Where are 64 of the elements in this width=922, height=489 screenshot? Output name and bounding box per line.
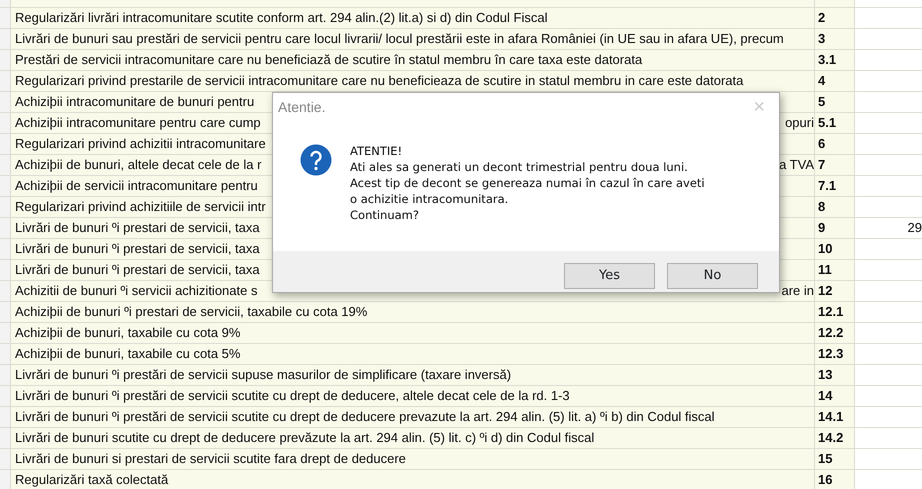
row-header — [0, 449, 11, 470]
cell-text: a TVA — [779, 156, 814, 174]
row-number: 12.3 — [815, 344, 855, 365]
row-number: 8 — [815, 197, 855, 218]
question-icon — [300, 144, 332, 176]
row-number: 10 — [815, 239, 855, 260]
row-header — [0, 197, 11, 218]
table-cell: Livrări de bunuri ºi prestări de servicii scutite cu drept de deducere, altele decat cele de la rd. 1-3 — [11, 386, 815, 407]
table-cell: Livrări de bunuri scutite cu drept de deducere prevăzute la art. 294 alin. (5) lit. c) ºi d) din Codul fiscal — [11, 428, 815, 449]
table-cell: Achiziþii de bunuri ºi prestari de servicii, taxabile cu cota 19% — [11, 302, 815, 323]
row-number: 6 — [815, 134, 855, 155]
row-header — [0, 260, 11, 281]
row-header — [0, 365, 11, 386]
row-header — [0, 92, 11, 113]
row-header — [0, 239, 11, 260]
row-number: 14.1 — [815, 407, 855, 428]
dialog-button[interactable]: No — [667, 263, 758, 289]
table-cell: Livrări de bunuri sau prestări de servicii pentru care locul livrarii/ locul prestării este in afara României (in UE sau in afara UE), precum — [11, 29, 815, 50]
cell-text: Achiziþii intracomunitare pentru care cump — [15, 114, 261, 132]
cell-text: are in — [781, 282, 814, 300]
row-header — [0, 134, 11, 155]
row-header — [0, 29, 11, 50]
row-number: 16 — [815, 470, 855, 489]
row-number: 3.1 — [815, 50, 855, 71]
row-number: 5.1 — [815, 113, 855, 134]
row-number: 12.1 — [815, 302, 855, 323]
cell-text: Achiziþii de bunuri, altele decat cele de la r — [15, 156, 262, 174]
row-header — [0, 428, 11, 449]
row-number: 7 — [815, 155, 855, 176]
table-cell: Achiziþii de bunuri, taxabile cu cota 5% — [11, 344, 815, 365]
row-number: 15 — [815, 449, 855, 470]
row-number: 11 — [815, 260, 855, 281]
cell-text: Achizitii de bunuri ºi servicii achizitionate s — [15, 282, 258, 300]
row-number: 7.1 — [815, 176, 855, 197]
row-header — [0, 470, 11, 489]
table-cell: Livrări de bunuri si prestari de servicii scutite fara drept de deducere — [11, 449, 815, 470]
row-header — [0, 176, 11, 197]
row-number: 4 — [815, 71, 855, 92]
row-number: 12 — [815, 281, 855, 302]
row-number: 5 — [815, 92, 855, 113]
table-cell: Livrări de bunuri ºi prestări de servicii supuse masurilor de simplificare (taxare inversă) — [11, 365, 815, 386]
row-number: 14.2 — [815, 428, 855, 449]
row-header — [0, 344, 11, 365]
row-header — [0, 50, 11, 71]
table-cell: Livrări de bunuri ºi prestări de servicii scutite cu drept de deducere prevazute la art. 294 alin. (5) lit. a) ºi b) din Codul fiscal — [11, 407, 815, 428]
cell-text: opuri — [785, 114, 814, 132]
row-header — [0, 386, 11, 407]
dialog-button[interactable]: Yes — [564, 263, 655, 289]
row-header — [0, 323, 11, 344]
row-number: 2 — [815, 8, 855, 29]
table-cell: Achiziþii de bunuri, taxabile cu cota 9% — [11, 323, 815, 344]
row-header — [0, 71, 11, 92]
table-cell: Prestări de servicii intracomunitare care nu beneficiază de scutire în statul membru în care taxa este datorata — [11, 50, 815, 71]
row-header — [0, 407, 11, 428]
row-header — [0, 302, 11, 323]
table-cell: Regularizari privind prestarile de servicii intracomunitare care nu beneficieaza de scutire in statul membru in care este datorata — [11, 71, 815, 92]
table-cell: Regularizări livrări intracomunitare scutite conform art. 294 alin.(2) lit.a) si d) din Codul Fiscal — [11, 8, 815, 29]
row-header — [0, 218, 11, 239]
row-number: 9 — [815, 218, 855, 239]
row-number: 3 — [815, 29, 855, 50]
row-number: 13 — [815, 365, 855, 386]
row-number: 14 — [815, 386, 855, 407]
table-cell: Regularizări taxă colectată — [11, 470, 815, 489]
row-number: 12.2 — [815, 323, 855, 344]
